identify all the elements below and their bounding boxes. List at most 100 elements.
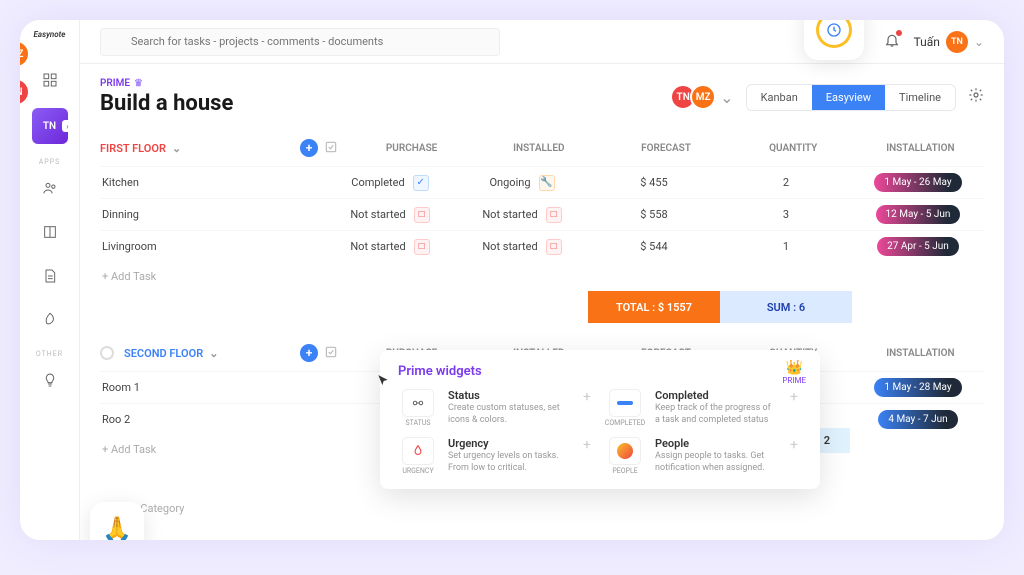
table-row[interactable]: Dinning Not started□ Not started□ $ 558 … — [100, 198, 984, 230]
checkbox-column-icon — [324, 345, 348, 362]
completed-icon — [609, 389, 641, 417]
forecast-value[interactable]: $ 558 — [588, 208, 720, 221]
total-quantity: SUM : 6 — [720, 291, 852, 323]
add-widget-button[interactable]: + — [786, 389, 802, 405]
widget-status[interactable]: STATUS Status Create custom statuses, se… — [398, 389, 595, 427]
app-logo[interactable]: Easynote — [30, 30, 70, 46]
task-name[interactable]: Livingroom — [100, 240, 300, 253]
date-range-pill[interactable]: 4 May - 7 Jun — [878, 410, 957, 429]
cursor-icon — [376, 374, 390, 388]
sidebar-dashboard-icon[interactable] — [34, 64, 66, 96]
col-installed: INSTALLED — [475, 143, 602, 154]
task-name[interactable]: Dinning — [100, 208, 300, 221]
sidebar-apps-label: APPS — [39, 158, 61, 166]
widget-icon-label: STATUS — [405, 419, 430, 427]
notifications-icon[interactable] — [884, 32, 900, 52]
user-avatar: TN — [946, 31, 968, 53]
page-title: Build a house — [100, 91, 233, 116]
widget-desc: Assign people to tasks. Get notification… — [655, 451, 776, 474]
prime-logo: 👑 PRIME — [782, 360, 806, 385]
date-range-pill[interactable]: 1 May - 26 May — [874, 173, 961, 192]
project-members[interactable]: TN MZ ⌄ — [676, 84, 733, 110]
task-name[interactable]: Kitchen — [100, 176, 300, 189]
tab-kanban[interactable]: Kanban — [747, 85, 812, 110]
widget-title: Completed — [655, 389, 776, 402]
widget-icon-label: PEOPLE — [612, 467, 637, 475]
sidebar-leaf-icon[interactable] — [34, 304, 66, 336]
workspace-avatars: MZ TN — [20, 40, 30, 106]
user-name: Tuấn — [914, 35, 940, 49]
widget-urgency[interactable]: URGENCY Urgency Set urgency levels on ta… — [398, 437, 595, 475]
sidebar-active-project[interactable]: TN › — [32, 108, 68, 144]
widget-desc: Create custom statuses, set icons & colo… — [448, 403, 569, 426]
col-installation: INSTALLATION — [857, 348, 984, 359]
section-header-first: FIRST FLOOR ⌄ + PURCHASE INSTALLED FOREC… — [100, 130, 984, 166]
search-input[interactable] — [100, 28, 500, 56]
user-menu[interactable]: Tuấn TN ⌄ — [914, 31, 984, 53]
widget-title: Urgency — [448, 437, 569, 450]
forecast-value[interactable]: $ 455 — [588, 176, 720, 189]
date-range-pill[interactable]: 1 May - 28 May — [874, 378, 961, 397]
add-widget-button[interactable]: + — [579, 437, 595, 453]
workspace-avatar-tn[interactable]: TN — [20, 78, 30, 106]
sidebar-document-icon[interactable] — [34, 260, 66, 292]
table-row[interactable]: Livingroom Not started □ Not started □ $ 5… — [100, 230, 984, 262]
section-name-second[interactable]: SECOND FLOOR ⌄ — [124, 347, 300, 360]
wrench-icon[interactable]: 🔧 — [539, 175, 555, 191]
installed-status[interactable]: Not started — [482, 240, 537, 253]
table-row[interactable]: Kitchen Completed ✓ Ongoing 🔧 $ 455 2 1 Ma… — [100, 166, 984, 198]
empty-box-icon[interactable]: □ — [546, 239, 562, 255]
search-wrap — [100, 28, 500, 56]
add-category-button[interactable]: Add Category — [100, 494, 984, 523]
tab-easyview[interactable]: Easyview — [812, 85, 885, 110]
section-totals: TOTAL : $ 1557 SUM : 6 — [100, 291, 984, 323]
add-column-button[interactable]: + — [300, 139, 318, 157]
forecast-value[interactable]: $ 544 — [588, 240, 720, 253]
chevron-down-icon[interactable]: ⌄ — [720, 88, 733, 107]
col-quantity: QUANTITY — [730, 143, 857, 154]
purchase-status[interactable]: Not started — [350, 240, 405, 253]
quantity-value[interactable]: 3 — [720, 208, 852, 221]
date-range-pill[interactable]: 27 Apr - 5 Jun — [877, 237, 959, 256]
add-task-button[interactable]: + Add Task — [100, 262, 984, 291]
add-widget-button[interactable]: + — [786, 437, 802, 453]
section-radio[interactable] — [100, 346, 114, 360]
chevron-down-icon[interactable]: ⌄ — [172, 142, 181, 155]
installed-status[interactable]: Ongoing — [489, 176, 530, 189]
page-header: PRIME ♛ Build a house TN MZ ⌄ Kanban Eas… — [80, 64, 1004, 130]
member-avatar-mz[interactable]: MZ — [690, 84, 716, 110]
tab-timeline[interactable]: Timeline — [885, 85, 955, 110]
widget-people[interactable]: PEOPLE People Assign people to tasks. Ge… — [605, 437, 802, 475]
purchase-status[interactable]: Completed — [351, 176, 404, 189]
status-icon — [402, 389, 434, 417]
people-icon — [609, 437, 641, 465]
checkbox-column-icon — [324, 140, 348, 157]
quantity-value[interactable]: 2 — [720, 176, 852, 189]
widget-title: People — [655, 437, 776, 450]
chevron-down-icon[interactable]: ⌄ — [209, 347, 218, 360]
check-icon[interactable]: ✓ — [413, 175, 429, 191]
date-range-pill[interactable]: 12 May - 5 Jun — [876, 205, 961, 224]
empty-box-icon[interactable]: □ — [546, 207, 562, 223]
col-installation: INSTALLATION — [857, 143, 984, 154]
workspace-avatar-mz[interactable]: MZ — [20, 40, 30, 68]
task-name[interactable]: Room 1 — [100, 381, 300, 394]
total-forecast: TOTAL : $ 1557 — [588, 291, 720, 323]
add-widget-button[interactable]: + — [579, 389, 595, 405]
sidebar-idea-icon[interactable] — [34, 364, 66, 396]
purchase-status[interactable]: Not started — [350, 208, 405, 221]
widget-desc: Set urgency levels on tasks. From low to… — [448, 451, 569, 474]
sidebar-people-icon[interactable] — [34, 172, 66, 204]
widget-icon-label: COMPLETED — [605, 419, 645, 427]
empty-box-icon[interactable]: □ — [414, 207, 430, 223]
clock-badge — [804, 20, 864, 60]
task-name[interactable]: Roo 2 — [100, 413, 300, 426]
settings-icon[interactable] — [968, 87, 984, 107]
section-name-first[interactable]: FIRST FLOOR ⌄ — [100, 142, 300, 155]
empty-box-icon[interactable]: □ — [414, 239, 430, 255]
add-column-button[interactable]: + — [300, 344, 318, 362]
widget-completed[interactable]: COMPLETED Completed Keep track of the pr… — [605, 389, 802, 427]
installed-status[interactable]: Not started — [482, 208, 537, 221]
sidebar-board-icon[interactable] — [34, 216, 66, 248]
quantity-value[interactable]: 1 — [720, 240, 852, 253]
